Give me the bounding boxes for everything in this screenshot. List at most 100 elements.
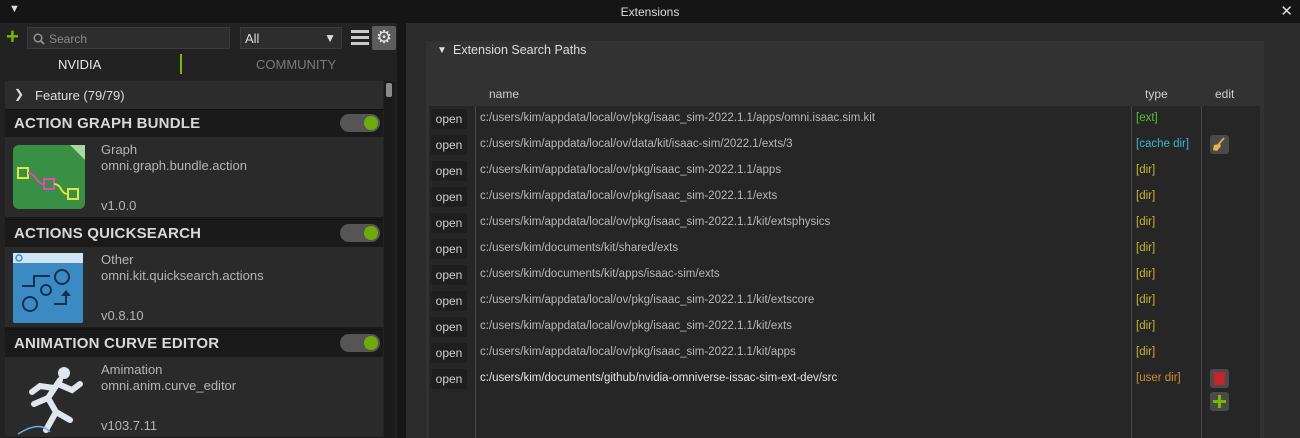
open-button[interactable]: open	[431, 239, 467, 259]
extension-name: ACTIONS QUICKSEARCH	[14, 225, 202, 242]
trash-icon	[1213, 372, 1226, 385]
category-header[interactable]: ❯ Feature (79/79)	[5, 81, 383, 109]
open-button[interactable]: open	[431, 291, 467, 311]
graph-bundle-icon	[13, 145, 85, 209]
caret-down-icon: ▼	[324, 31, 336, 45]
title-bar: ▼ Extensions ✕	[0, 0, 1300, 23]
search-paths-table: name type edit open c:/users/kim/appdata/…	[429, 83, 1260, 438]
type-cell: [ext]	[1136, 112, 1158, 124]
tab-nvidia[interactable]: NVIDIA	[58, 57, 101, 72]
column-header-name: name	[489, 87, 520, 101]
open-button[interactable]: open	[431, 109, 467, 129]
extension-item[interactable]: ACTION GRAPH BUNDLE Graph omni.graph.bun…	[5, 109, 383, 219]
enable-toggle[interactable]	[340, 334, 380, 352]
collapse-arrow-icon[interactable]: ▼	[437, 45, 447, 56]
column-divider	[475, 106, 476, 438]
gear-icon: ⚙	[376, 27, 393, 47]
table-row: open c:/users/kim/appdata/local/ov/pkg/is…	[429, 184, 1260, 210]
extension-category: Graph	[101, 142, 138, 157]
table-row: open c:/users/kim/documents/kit/shared/ex…	[429, 236, 1260, 262]
chevron-down-icon: ❯	[14, 87, 25, 101]
extension-card[interactable]: Graph omni.graph.bundle.action v1.0.0	[5, 137, 383, 217]
search-paths-panel: ▼ Extension Search Paths name type edit …	[426, 41, 1264, 438]
search-input[interactable]	[47, 30, 231, 48]
type-cell: [dir]	[1136, 294, 1156, 306]
tab-community[interactable]: COMMUNITY	[256, 57, 336, 72]
window-title: Extensions	[620, 5, 680, 19]
extension-name: ACTION GRAPH BUNDLE	[14, 115, 201, 132]
extension-card[interactable]: Other omni.kit.quicksearch.actions v0.8.…	[5, 247, 383, 327]
extension-list: ❯ Feature (79/79) ACTION GRAPH BUNDLE Gr…	[5, 81, 383, 438]
close-icon[interactable]: ✕	[1280, 2, 1293, 20]
table-row: open c:/users/kim/documents/github/nvidia…	[429, 366, 1260, 411]
type-cell: [dir]	[1136, 268, 1156, 280]
path-cell: c:/users/kim/appdata/local/ov/pkg/isaac_…	[480, 320, 792, 332]
quicksearch-icon	[13, 253, 83, 323]
open-button[interactable]: open	[431, 161, 467, 181]
pane-splitter[interactable]	[397, 23, 406, 438]
clean-cache-button[interactable]	[1210, 135, 1229, 154]
type-cell: [dir]	[1136, 164, 1156, 176]
type-cell: [dir]	[1136, 320, 1156, 332]
open-button[interactable]: open	[431, 135, 467, 155]
tab-divider	[180, 54, 182, 74]
extension-item[interactable]: ACTIONS QUICKSEARCH Other omni.kit.quick…	[5, 219, 383, 329]
source-tabs: NVIDIA COMMUNITY	[0, 53, 397, 77]
search-box[interactable]	[27, 27, 231, 49]
path-cell: c:/users/kim/appdata/local/ov/pkg/isaac_…	[480, 216, 831, 228]
add-extension-button[interactable]: +	[6, 26, 19, 48]
extension-item[interactable]: ANIMATION CURVE EDITOR Amimation omni.an…	[5, 329, 383, 438]
type-cell: [dir]	[1136, 242, 1156, 254]
open-button[interactable]: open	[431, 369, 467, 389]
menu-icon[interactable]	[351, 30, 369, 48]
path-cell[interactable]: c:/users/kim/documents/github/nvidia-omn…	[480, 372, 837, 384]
extension-category: Other	[101, 252, 134, 267]
enable-toggle[interactable]	[340, 224, 380, 242]
extension-version: v1.0.0	[101, 198, 137, 213]
extension-package: omni.graph.bundle.action	[101, 158, 247, 173]
extension-name: ANIMATION CURVE EDITOR	[14, 335, 220, 352]
extension-version: v103.7.11	[101, 418, 158, 433]
path-cell: c:/users/kim/appdata/local/ov/data/kit/i…	[480, 138, 793, 150]
path-cell: c:/users/kim/documents/kit/apps/isaac-si…	[480, 268, 720, 280]
table-body: open c:/users/kim/appdata/local/ov/pkg/is…	[429, 106, 1260, 438]
search-icon	[33, 33, 45, 45]
open-button[interactable]: open	[431, 213, 467, 233]
type-cell: [user dir]	[1136, 372, 1181, 384]
settings-button[interactable]: ⚙	[372, 26, 396, 50]
add-path-button[interactable]	[1210, 392, 1229, 411]
extension-version: v0.8.10	[101, 308, 144, 323]
extension-package: omni.anim.curve_editor	[101, 378, 237, 393]
open-button[interactable]: open	[431, 317, 467, 337]
enable-toggle[interactable]	[340, 114, 380, 132]
path-cell: c:/users/kim/documents/kit/shared/exts	[480, 242, 679, 254]
column-header-edit: edit	[1215, 87, 1235, 101]
scrollbar-thumb[interactable]	[386, 83, 392, 97]
table-row: open c:/users/kim/documents/kit/apps/isaa…	[429, 262, 1260, 288]
table-row: open c:/users/kim/appdata/local/ov/pkg/is…	[429, 106, 1260, 132]
filter-dropdown[interactable]: All ▼	[240, 27, 342, 49]
table-row: open c:/users/kim/appdata/local/ov/pkg/is…	[429, 314, 1260, 340]
extension-package: omni.kit.quicksearch.actions	[101, 268, 264, 283]
extension-card[interactable]: Amimation omni.anim.curve_editor v103.7.…	[5, 357, 383, 437]
path-cell: c:/users/kim/appdata/local/ov/pkg/isaac_…	[480, 190, 778, 202]
remove-path-button[interactable]	[1210, 369, 1229, 388]
extension-category: Amimation	[101, 362, 163, 377]
path-cell: c:/users/kim/appdata/local/ov/pkg/isaac_…	[480, 112, 876, 124]
panel-title: Extension Search Paths	[453, 43, 587, 57]
table-row: open c:/users/kim/appdata/local/ov/pkg/is…	[429, 340, 1260, 366]
open-button[interactable]: open	[431, 265, 467, 285]
scrollbar[interactable]	[384, 81, 395, 438]
broom-icon	[1213, 137, 1225, 151]
open-button[interactable]: open	[431, 343, 467, 363]
table-row: open c:/users/kim/appdata/local/ov/pkg/is…	[429, 158, 1260, 184]
details-pane: ▼ Extension Search Paths name type edit …	[406, 23, 1300, 438]
table-row: open c:/users/kim/appdata/local/ov/data/k…	[429, 132, 1260, 158]
column-divider	[1131, 106, 1132, 438]
category-label: Feature (79/79)	[35, 88, 125, 103]
plus-icon	[1213, 395, 1226, 408]
type-cell: [dir]	[1136, 190, 1156, 202]
type-cell: [dir]	[1136, 346, 1156, 358]
open-button[interactable]: open	[431, 187, 467, 207]
path-cell: c:/users/kim/appdata/local/ov/pkg/isaac_…	[480, 294, 815, 306]
